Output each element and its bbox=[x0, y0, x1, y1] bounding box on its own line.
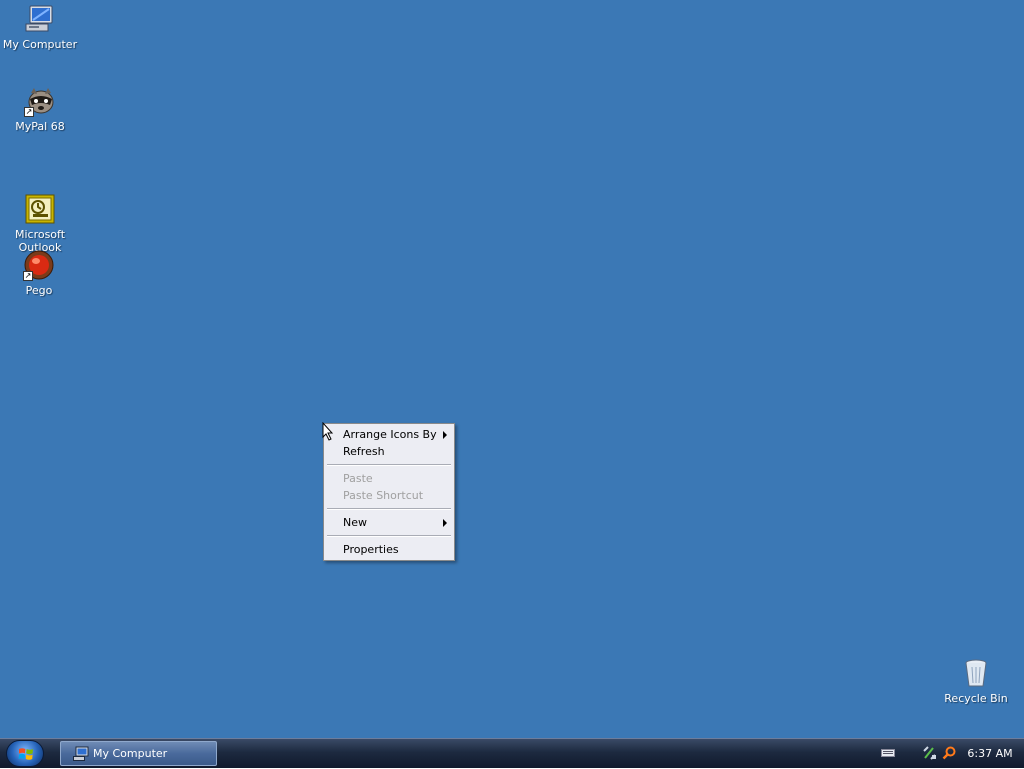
menu-item-properties[interactable]: Properties bbox=[324, 541, 454, 558]
taskbar-button-my-computer[interactable]: My Computer bbox=[60, 741, 217, 766]
pego-icon: ↗ bbox=[23, 249, 55, 281]
taskbar: My Computer 6:37 AM bbox=[0, 738, 1024, 768]
network-icon[interactable] bbox=[923, 746, 937, 760]
desktop-icon-label: Pego bbox=[25, 284, 53, 297]
menu-item-label: Refresh bbox=[343, 445, 385, 458]
submenu-arrow-icon bbox=[443, 519, 447, 527]
start-button[interactable] bbox=[6, 740, 44, 767]
menu-item-label: Paste bbox=[343, 472, 373, 485]
menu-item-label: Arrange Icons By bbox=[343, 428, 437, 441]
keyboard-icon[interactable] bbox=[881, 749, 895, 757]
menu-item-new[interactable]: New bbox=[324, 514, 454, 531]
menu-separator bbox=[327, 535, 451, 537]
search-icon[interactable] bbox=[942, 746, 956, 760]
taskbar-clock[interactable]: 6:37 AM bbox=[963, 739, 1017, 769]
menu-item-refresh[interactable]: Refresh bbox=[324, 443, 454, 460]
my-computer-icon bbox=[24, 3, 56, 35]
desktop-icon-label: My Computer bbox=[2, 38, 78, 51]
desktop-icon-pego[interactable]: ↗ Pego bbox=[1, 249, 77, 297]
menu-item-label: Paste Shortcut bbox=[343, 489, 424, 502]
menu-item-label: New bbox=[343, 516, 367, 529]
menu-item-paste: Paste bbox=[324, 470, 454, 487]
desktop-icon-mypal[interactable]: ↗ MyPal 68 bbox=[2, 85, 78, 133]
menu-separator bbox=[327, 464, 451, 466]
recycle-bin-icon bbox=[960, 657, 992, 689]
shortcut-arrow-icon: ↗ bbox=[24, 107, 34, 117]
outlook-icon bbox=[24, 180, 56, 224]
menu-item-paste-shortcut: Paste Shortcut bbox=[324, 487, 454, 504]
desktop-icon-label: Recycle Bin bbox=[944, 692, 1008, 705]
shortcut-arrow-icon: ↗ bbox=[23, 271, 33, 281]
desktop-icon-recycle-bin[interactable]: Recycle Bin bbox=[938, 657, 1014, 705]
mypal-raccoon-icon: ↗ bbox=[24, 85, 56, 117]
desktop-icon-my-computer[interactable]: My Computer bbox=[2, 3, 78, 51]
menu-item-arrange-icons-by[interactable]: Arrange Icons By bbox=[324, 426, 454, 443]
menu-item-label: Properties bbox=[343, 543, 399, 556]
desktop-icon-label: MyPal 68 bbox=[15, 120, 65, 133]
menu-separator bbox=[327, 508, 451, 510]
submenu-arrow-icon bbox=[443, 431, 447, 439]
desktop[interactable]: My Computer ↗ MyPal 68 Microsoft Outlook… bbox=[0, 0, 1024, 738]
desktop-icon-outlook[interactable]: Microsoft Outlook bbox=[2, 167, 78, 254]
mouse-cursor-icon bbox=[322, 422, 334, 441]
windows-orb-icon bbox=[18, 748, 33, 760]
taskbar-button-label: My Computer bbox=[93, 747, 168, 760]
desktop-context-menu: Arrange Icons By Refresh Paste Paste Sho… bbox=[323, 423, 455, 561]
my-computer-icon bbox=[73, 746, 89, 761]
